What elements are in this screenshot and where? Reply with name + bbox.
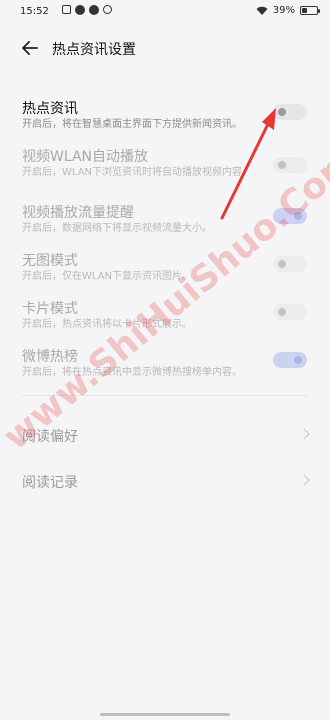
setting-label: 微博热榜 [22, 349, 78, 365]
data-reminder-toggle[interactable] [273, 208, 307, 224]
nav-label: 阅读记录 [22, 475, 78, 491]
notification-icon [89, 5, 99, 15]
setting-desc: 开启后，WLAN下浏览资讯时将自动播放视频内容。 [22, 167, 253, 178]
status-time: 15:52 [20, 6, 49, 17]
card-mode-toggle[interactable] [273, 304, 307, 320]
setting-desc: 开启后，将在热点资讯中显示微博热搜榜单内容。 [22, 367, 242, 378]
home-indicator[interactable] [100, 713, 230, 716]
setting-row-weibo-hot[interactable]: 微博热榜 开启后，将在热点资讯中显示微博热搜榜单内容。 [0, 346, 330, 396]
setting-label: 视频播放流量提醒 [22, 205, 134, 221]
chevron-right-icon [298, 428, 310, 440]
setting-desc: 开启后，将在智慧桌面主界面下方提供新闻资讯。 [22, 119, 242, 130]
setting-row-video-autoplay[interactable]: 视频WLAN自动播放 开启后，WLAN下浏览资讯时将自动播放视频内容。 [0, 146, 330, 196]
notification-icons [62, 5, 112, 15]
status-bar: 15:52 39% [0, 0, 330, 26]
back-arrow-icon[interactable] [20, 38, 40, 58]
nav-reading-history[interactable]: 阅读记录 [0, 464, 330, 498]
status-right: 39% [256, 5, 320, 16]
setting-desc: 开启后，数据网络下将显示视频流量大小。 [22, 223, 212, 234]
video-autoplay-toggle[interactable] [273, 157, 307, 173]
battery-icon [300, 6, 320, 15]
setting-label: 热点资讯 [22, 101, 78, 117]
setting-label: 卡片模式 [22, 301, 78, 317]
no-image-toggle[interactable] [273, 256, 307, 272]
nav-label: 阅读偏好 [22, 429, 78, 445]
setting-desc: 开启后，热点资讯将以卡片形式展示。 [22, 319, 192, 330]
wifi-icon [256, 6, 268, 16]
nav-reading-preference[interactable]: 阅读偏好 [0, 418, 330, 452]
header: 热点资讯设置 [0, 30, 330, 66]
battery-percent: 39% [272, 5, 295, 16]
hot-news-toggle[interactable] [273, 104, 307, 120]
setting-label: 视频WLAN自动播放 [22, 149, 149, 165]
weibo-hot-toggle[interactable] [273, 352, 307, 368]
settings-screen: 15:52 39% 热点资讯设置 热点资讯 开启后，将在智慧桌面主界面下方提供新… [0, 0, 330, 720]
setting-label: 无图模式 [22, 253, 78, 269]
setting-desc: 开启后，仅在WLAN下显示资讯图片。 [22, 271, 193, 282]
setting-row-no-image[interactable]: 无图模式 开启后，仅在WLAN下显示资讯图片。 [0, 250, 330, 300]
page-title: 热点资讯设置 [52, 42, 136, 58]
notification-icon [103, 5, 112, 14]
section-divider [22, 395, 308, 396]
chevron-right-icon [298, 474, 310, 486]
notification-icon [75, 5, 85, 15]
notification-icon [62, 5, 71, 14]
setting-row-card-mode[interactable]: 卡片模式 开启后，热点资讯将以卡片形式展示。 [0, 298, 330, 348]
setting-row-hot-news[interactable]: 热点资讯 开启后，将在智慧桌面主界面下方提供新闻资讯。 [0, 98, 330, 148]
setting-row-data-reminder[interactable]: 视频播放流量提醒 开启后，数据网络下将显示视频流量大小。 [0, 202, 330, 252]
